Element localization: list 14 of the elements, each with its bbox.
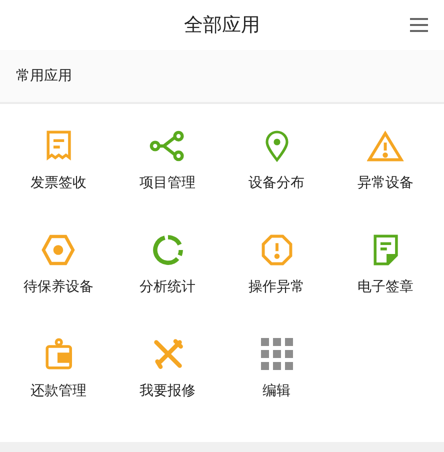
app-tile[interactable]: 编辑 bbox=[222, 338, 331, 442]
app-tile[interactable]: 发票签收 bbox=[4, 130, 113, 234]
app-tile[interactable]: 还款管理 bbox=[4, 338, 113, 442]
app-tile[interactable]: 我要报修 bbox=[113, 338, 222, 442]
app-tile[interactable]: 待保养设备 bbox=[4, 234, 113, 338]
app-tile[interactable]: 操作异常 bbox=[222, 234, 331, 338]
menu-icon[interactable] bbox=[410, 17, 428, 33]
app-tile[interactable]: 分析统计 bbox=[113, 234, 222, 338]
app-tile[interactable]: 电子签章 bbox=[331, 234, 440, 338]
section-title: 常用应用 bbox=[16, 67, 72, 85]
app-tile[interactable]: 项目管理 bbox=[113, 130, 222, 234]
page-title: 全部应用 bbox=[184, 13, 260, 38]
app-tile[interactable]: 设备分布 bbox=[222, 130, 331, 234]
app-tile[interactable]: 异常设备 bbox=[331, 130, 440, 234]
